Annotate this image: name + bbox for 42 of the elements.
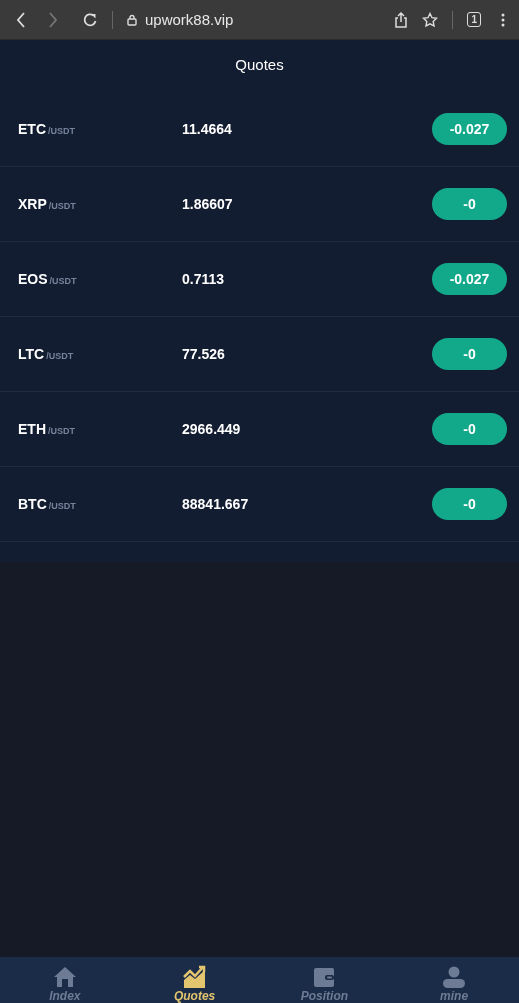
- nav-tab[interactable]: mine: [399, 965, 510, 1003]
- coin-symbol: XRP: [18, 196, 47, 212]
- nav-tab[interactable]: Quotes: [139, 965, 250, 1003]
- quote-currency: /USDT: [48, 501, 76, 511]
- price: 77.526: [182, 346, 226, 362]
- coin-symbol: ETC: [18, 121, 46, 137]
- price: 88841.667: [182, 496, 250, 512]
- change-badge[interactable]: -0: [432, 413, 507, 445]
- home-icon: [52, 965, 77, 989]
- star-icon[interactable]: [422, 11, 439, 28]
- change-badge[interactable]: -0: [432, 188, 507, 220]
- quote-currency: /USDT: [48, 426, 75, 436]
- price: 1.86607: [182, 196, 234, 212]
- nav-tab[interactable]: Index: [9, 965, 120, 1003]
- quote-currency: /USDT: [46, 351, 74, 361]
- forward-icon[interactable]: [48, 11, 58, 28]
- coin-symbol: LTC: [18, 346, 45, 362]
- change-badge[interactable]: -0.027: [432, 263, 507, 295]
- price: 11.4664: [182, 121, 233, 137]
- share-icon[interactable]: [394, 11, 409, 28]
- coin-symbol: EOS: [18, 271, 48, 287]
- menu-icon[interactable]: [501, 12, 505, 27]
- lock-icon: [127, 13, 137, 26]
- quote-currency: /USDT: [48, 126, 75, 136]
- address-bar[interactable]: upwork88.vip: [145, 11, 395, 28]
- price: 0.7113: [182, 271, 226, 287]
- change-badge[interactable]: -0: [432, 338, 507, 370]
- page-title: Quotes: [234, 55, 285, 75]
- reload-icon[interactable]: [82, 11, 98, 28]
- quote-currency: /USDT: [49, 276, 77, 286]
- quote-currency: /USDT: [48, 201, 76, 211]
- price: 2966.449: [182, 421, 242, 437]
- change-badge[interactable]: -0: [432, 488, 507, 520]
- back-icon[interactable]: [16, 11, 26, 28]
- coin-symbol: BTC: [18, 496, 47, 512]
- change-badge[interactable]: -0.027: [432, 113, 507, 145]
- person-icon: [442, 965, 467, 989]
- wallet-icon: [312, 965, 337, 989]
- nav-tab[interactable]: Position: [269, 965, 380, 1003]
- chart-icon: [182, 965, 207, 989]
- tab-count-button[interactable]: 1: [467, 12, 481, 27]
- coin-symbol: ETH: [18, 421, 46, 437]
